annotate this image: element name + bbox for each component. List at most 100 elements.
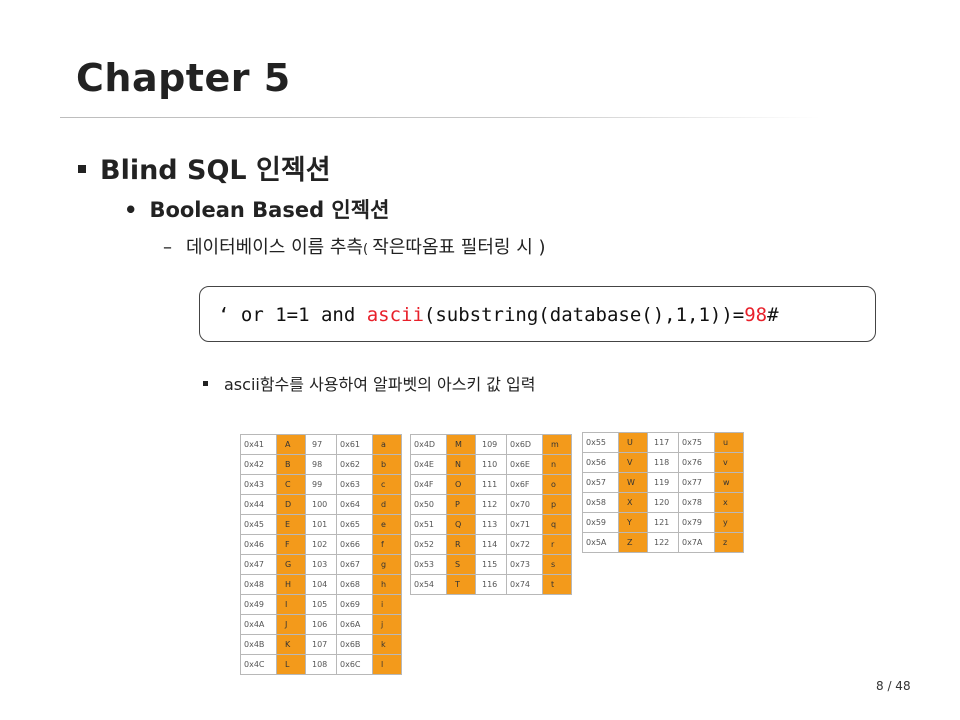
lower-hex-cell: 0x73 bbox=[506, 554, 543, 575]
lower-hex-cell: 0x72 bbox=[506, 534, 543, 555]
lower-hex-cell: 0x68 bbox=[336, 574, 373, 595]
lower-hex-cell: 0x71 bbox=[506, 514, 543, 535]
lower-hex-cell: 0x6C bbox=[336, 654, 373, 675]
lower-char-cell: a bbox=[372, 434, 402, 455]
decimal-cell: 105 bbox=[305, 594, 337, 615]
lower-char-cell: x bbox=[714, 492, 744, 513]
paren-close: ) bbox=[538, 237, 546, 258]
table-row: 0x47 G 103 0x67 g bbox=[240, 554, 402, 575]
decimal-cell: 100 bbox=[305, 494, 337, 515]
decimal-cell: 104 bbox=[305, 574, 337, 595]
decimal-cell: 99 bbox=[305, 474, 337, 495]
upper-char-cell: U bbox=[618, 432, 648, 453]
lower-char-cell: j bbox=[372, 614, 402, 635]
lower-char-cell: i bbox=[372, 594, 402, 615]
table-row: 0x55 U 117 0x75 u bbox=[582, 432, 744, 453]
lower-hex-cell: 0x62 bbox=[336, 454, 373, 475]
lower-hex-cell: 0x79 bbox=[678, 512, 715, 533]
decimal-cell: 115 bbox=[475, 554, 507, 575]
decimal-cell: 118 bbox=[647, 452, 679, 473]
lower-hex-cell: 0x76 bbox=[678, 452, 715, 473]
small-square-bullet-icon bbox=[203, 381, 208, 386]
upper-char-cell: H bbox=[276, 574, 306, 595]
lower-char-cell: z bbox=[714, 532, 744, 553]
decimal-cell: 111 bbox=[475, 474, 507, 495]
slide-title: Chapter 5 bbox=[76, 56, 291, 100]
lower-hex-cell: 0x74 bbox=[506, 574, 543, 595]
lower-hex-cell: 0x69 bbox=[336, 594, 373, 615]
upper-char-cell: G bbox=[276, 554, 306, 575]
lower-char-cell: d bbox=[372, 494, 402, 515]
upper-char-cell: R bbox=[446, 534, 476, 555]
lower-char-cell: r bbox=[542, 534, 572, 555]
bullet-level3-text: 데이터베이스 이름 추측 bbox=[186, 237, 364, 258]
upper-hex-cell: 0x58 bbox=[582, 492, 619, 513]
title-divider bbox=[60, 117, 820, 118]
lower-hex-cell: 0x78 bbox=[678, 492, 715, 513]
lower-hex-cell: 0x6D bbox=[506, 434, 543, 455]
code-suffix: # bbox=[767, 304, 779, 326]
lower-hex-cell: 0x64 bbox=[336, 494, 373, 515]
upper-char-cell: V bbox=[618, 452, 648, 473]
table-row: 0x52 R 114 0x72 r bbox=[410, 534, 572, 555]
upper-char-cell: P bbox=[446, 494, 476, 515]
decimal-cell: 101 bbox=[305, 514, 337, 535]
bullet-level3: – 데이터베이스 이름 추측( 작은따옴표 필터링 시 ) bbox=[163, 233, 546, 259]
upper-hex-cell: 0x49 bbox=[240, 594, 277, 615]
lower-hex-cell: 0x75 bbox=[678, 432, 715, 453]
lower-hex-cell: 0x67 bbox=[336, 554, 373, 575]
bullet-level1-text: Blind SQL 인젝션 bbox=[100, 155, 331, 186]
lower-hex-cell: 0x6E bbox=[506, 454, 543, 475]
upper-hex-cell: 0x48 bbox=[240, 574, 277, 595]
lower-char-cell: y bbox=[714, 512, 744, 533]
decimal-cell: 112 bbox=[475, 494, 507, 515]
bullet-level3-paren-text: 작은따옴표 필터링 시 bbox=[372, 237, 539, 258]
page-number: 8 / 48 bbox=[876, 679, 911, 693]
upper-char-cell: I bbox=[276, 594, 306, 615]
lower-hex-cell: 0x63 bbox=[336, 474, 373, 495]
upper-hex-cell: 0x45 bbox=[240, 514, 277, 535]
lower-char-cell: p bbox=[542, 494, 572, 515]
table-row: 0x41 A 97 0x61 a bbox=[240, 434, 402, 455]
lower-char-cell: s bbox=[542, 554, 572, 575]
lower-hex-cell: 0x7A bbox=[678, 532, 715, 553]
decimal-cell: 113 bbox=[475, 514, 507, 535]
upper-char-cell: Z bbox=[618, 532, 648, 553]
upper-char-cell: F bbox=[276, 534, 306, 555]
lower-char-cell: c bbox=[372, 474, 402, 495]
upper-char-cell: T bbox=[446, 574, 476, 595]
lower-char-cell: m bbox=[542, 434, 572, 455]
decimal-cell: 97 bbox=[305, 434, 337, 455]
upper-hex-cell: 0x52 bbox=[410, 534, 447, 555]
table-row: 0x4D M 109 0x6D m bbox=[410, 434, 572, 455]
bullet-level1: Blind SQL 인젝션 bbox=[78, 148, 331, 187]
table-row: 0x4B K 107 0x6B k bbox=[240, 634, 402, 655]
decimal-cell: 110 bbox=[475, 454, 507, 475]
decimal-cell: 122 bbox=[647, 532, 679, 553]
upper-char-cell: O bbox=[446, 474, 476, 495]
lower-char-cell: l bbox=[372, 654, 402, 675]
table-row: 0x5A Z 122 0x7A z bbox=[582, 532, 744, 553]
decimal-cell: 114 bbox=[475, 534, 507, 555]
code-middle: (substring(database(),1,1))= bbox=[423, 304, 745, 326]
lower-char-cell: k bbox=[372, 634, 402, 655]
upper-char-cell: L bbox=[276, 654, 306, 675]
table-row: 0x48 H 104 0x68 h bbox=[240, 574, 402, 595]
upper-hex-cell: 0x4F bbox=[410, 474, 447, 495]
lower-char-cell: g bbox=[372, 554, 402, 575]
table-row: 0x50 P 112 0x70 p bbox=[410, 494, 572, 515]
upper-char-cell: D bbox=[276, 494, 306, 515]
upper-hex-cell: 0x5A bbox=[582, 532, 619, 553]
upper-hex-cell: 0x47 bbox=[240, 554, 277, 575]
paren-open: ( bbox=[363, 242, 373, 257]
table-row: 0x53 S 115 0x73 s bbox=[410, 554, 572, 575]
upper-char-cell: S bbox=[446, 554, 476, 575]
table-row: 0x59 Y 121 0x79 y bbox=[582, 512, 744, 533]
table-row: 0x49 I 105 0x69 i bbox=[240, 594, 402, 615]
upper-char-cell: N bbox=[446, 454, 476, 475]
ascii-table-a-to-l: 0x41 A 97 0x61 a 0x42 B 98 0x62 b 0x43 C 99 0x63 c 0x44… bbox=[240, 434, 402, 675]
upper-hex-cell: 0x53 bbox=[410, 554, 447, 575]
table-row: 0x45 E 101 0x65 e bbox=[240, 514, 402, 535]
upper-char-cell: J bbox=[276, 614, 306, 635]
lower-hex-cell: 0x65 bbox=[336, 514, 373, 535]
